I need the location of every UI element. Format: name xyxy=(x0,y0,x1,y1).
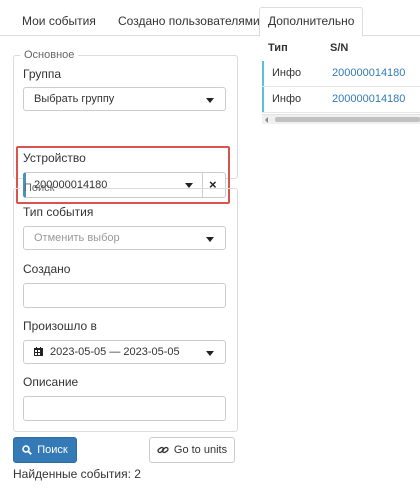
row-sn-link[interactable]: 200000014180 xyxy=(332,93,405,105)
tab-created-by-users[interactable]: Создано пользователями xyxy=(110,8,268,35)
horizontal-scrollbar[interactable] xyxy=(262,114,420,124)
link-icon xyxy=(157,446,169,454)
created-label: Создано xyxy=(23,262,71,276)
search-legend: Поиск xyxy=(24,182,55,194)
row-accent xyxy=(262,87,264,112)
found-events-count: Найденные события: 2 xyxy=(13,467,141,481)
created-input[interactable] xyxy=(23,283,226,308)
caret-down-icon xyxy=(206,237,214,242)
row-type: Инфо xyxy=(272,67,302,79)
tab-additional[interactable]: Дополнительно xyxy=(259,7,364,37)
row-accent xyxy=(262,61,264,86)
go-to-units-label: Go to units xyxy=(173,444,228,456)
search-button-label: Поиск xyxy=(37,444,68,456)
tab-bar: Мои события Создано пользователями Допол… xyxy=(0,0,420,37)
description-label: Описание xyxy=(23,375,79,389)
table-row[interactable]: Инфо 200000014180 xyxy=(262,87,420,113)
group-label: Группа xyxy=(23,67,62,81)
search-button[interactable]: Поиск xyxy=(13,437,77,463)
calendar-icon xyxy=(34,347,43,356)
device-label: Устройство xyxy=(23,151,86,165)
description-input[interactable] xyxy=(23,396,226,421)
scroll-left-icon[interactable] xyxy=(265,117,268,123)
search-icon xyxy=(22,445,33,455)
column-header-sn[interactable]: S/N xyxy=(330,42,348,54)
occurred-date-value: 2023-05-05 — 2023-05-05 xyxy=(50,346,180,358)
basic-legend: Основное xyxy=(24,49,75,61)
column-header-type[interactable]: Тип xyxy=(268,42,288,54)
caret-down-icon xyxy=(206,351,214,356)
row-type: Инфо xyxy=(272,93,302,105)
event-type-placeholder: Отменить выбор xyxy=(34,232,120,244)
group-select[interactable]: Выбрать группу xyxy=(23,87,226,111)
scrollbar-thumb[interactable] xyxy=(275,117,420,122)
occurred-label: Произошло в xyxy=(23,319,97,333)
group-select-value: Выбрать группу xyxy=(34,93,115,105)
row-sn-link[interactable]: 200000014180 xyxy=(332,67,405,79)
tab-my-events[interactable]: Мои события xyxy=(14,8,104,35)
table-row[interactable]: Инфо 200000014180 xyxy=(262,61,420,87)
caret-down-icon xyxy=(206,98,214,103)
event-type-label: Тип события xyxy=(23,205,94,219)
event-type-select[interactable]: Отменить выбор xyxy=(23,226,226,250)
occurred-date-range[interactable]: 2023-05-05 — 2023-05-05 xyxy=(23,340,226,364)
go-to-units-button[interactable]: Go to units xyxy=(149,437,235,463)
